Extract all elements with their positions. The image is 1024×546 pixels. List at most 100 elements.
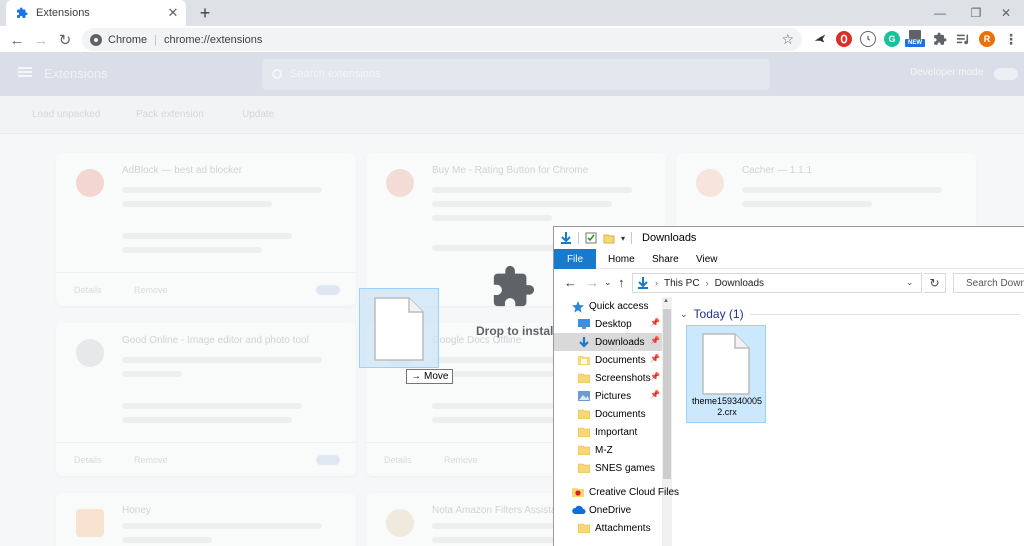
enable-toggle[interactable]	[316, 455, 340, 465]
scroll-up-icon[interactable]: ▲	[663, 298, 669, 304]
playlist-icon[interactable]	[955, 31, 971, 47]
nav-item[interactable]: SNES games	[554, 459, 662, 477]
address-dropdown-icon[interactable]: ⌄	[906, 277, 914, 288]
description-line	[122, 247, 262, 253]
chrome-toolbar: ← → ↻ Chrome | chrome://extensions ☆ G N…	[0, 26, 1024, 53]
minimize-button[interactable]: —	[922, 0, 958, 26]
file-item[interactable]: theme1593400052.crx	[686, 325, 766, 423]
hamburger-menu-icon[interactable]	[18, 67, 32, 77]
extensions-search-placeholder: Search extensions	[290, 68, 381, 80]
clock-icon[interactable]	[860, 31, 876, 47]
ribbon-tab-file[interactable]: File	[554, 249, 596, 269]
bookmark-star-icon[interactable]: ☆	[781, 31, 794, 48]
folder-icon	[577, 463, 591, 474]
nav-item-label: OneDrive	[589, 504, 632, 516]
download-arrow-icon	[561, 232, 571, 244]
puzzle-icon[interactable]	[932, 31, 948, 47]
back-button[interactable]: ←	[6, 29, 28, 51]
reload-button[interactable]: ↻	[54, 29, 76, 51]
nav-item[interactable]: M-Z	[554, 441, 662, 459]
explorer-back-button[interactable]: ←	[564, 275, 577, 290]
developer-mode-label: Developer mode	[910, 67, 984, 78]
breadcrumb-downloads[interactable]: Downloads	[715, 278, 764, 289]
chrome-titlebar: Extensions ✕ + — ❐ ✕	[0, 0, 1024, 26]
up-folder-button[interactable]: ↑	[618, 275, 625, 290]
url-text[interactable]: chrome://extensions	[164, 34, 262, 46]
new-tab-button[interactable]: +	[194, 2, 216, 24]
new-badge-icon[interactable]: NEW	[904, 30, 926, 48]
nav-item[interactable]: Creative Cloud Files	[554, 483, 679, 501]
recent-locations-icon[interactable]: ⌄	[604, 277, 612, 288]
details-button[interactable]: Details	[384, 455, 412, 465]
nav-item[interactable]: Downloads 📌	[554, 333, 662, 351]
explorer-search-input[interactable]: Search Downloads	[953, 273, 1024, 293]
enable-toggle[interactable]	[316, 285, 340, 295]
creative-cloud-icon	[572, 487, 584, 497]
nav-item-label: Quick access	[589, 300, 649, 312]
remove-button[interactable]: Remove	[134, 285, 168, 295]
profile-avatar[interactable]: R	[979, 31, 995, 47]
breadcrumb-this-pc[interactable]: This PC	[664, 278, 700, 289]
file-list-pane: ⌄ Today (1) theme1593400052.crx	[672, 297, 1024, 546]
update-button[interactable]: Update	[242, 109, 274, 120]
extensions-header: Extensions Search extensions Developer m…	[0, 53, 1024, 96]
details-button[interactable]: Details	[74, 455, 102, 465]
nav-item[interactable]: Important	[554, 423, 662, 441]
nav-item[interactable]: Documents	[554, 405, 662, 423]
nav-item[interactable]: Desktop 📌	[554, 315, 662, 333]
ribbon-tab-view[interactable]: View	[696, 249, 718, 269]
extensions-search-input[interactable]: Search extensions	[262, 59, 770, 90]
breadcrumb-chevron-icon[interactable]: ›	[655, 278, 658, 288]
scrollbar-thumb[interactable]	[663, 309, 671, 479]
window-close-button[interactable]: ✕	[988, 0, 1024, 26]
extension-name: AdBlock — best ad blocker	[122, 165, 243, 176]
nav-item-label: Documents	[595, 354, 646, 366]
extension-name: Honey	[122, 505, 151, 516]
description-line	[122, 201, 272, 207]
address-bar[interactable]: Chrome | chrome://extensions ☆	[82, 28, 802, 51]
new-folder-icon[interactable]	[603, 232, 615, 244]
developer-mode-toggle[interactable]	[994, 68, 1018, 80]
nav-item[interactable]: Quick access	[554, 297, 662, 315]
quick-access-dropdown-icon[interactable]: ▾	[621, 234, 625, 243]
drop-to-install-label: Drop to install	[476, 324, 557, 338]
pin-icon: 📌	[650, 336, 660, 345]
group-header-today[interactable]: ⌄ Today (1)	[680, 307, 744, 321]
buy-me-icon	[386, 169, 414, 197]
nav-item[interactable]: Documents 📌	[554, 351, 662, 369]
opera-icon[interactable]	[836, 31, 852, 47]
explorer-window-title: Downloads	[642, 232, 697, 244]
tab-title: Extensions	[36, 7, 90, 19]
move-tooltip: → Move	[406, 369, 454, 384]
nav-item[interactable]: Screenshots 📌	[554, 369, 662, 387]
grammarly-icon[interactable]: G	[884, 31, 900, 47]
remove-button[interactable]: Remove	[444, 455, 478, 465]
load-unpacked-button[interactable]: Load unpacked	[32, 109, 100, 120]
bird-icon[interactable]	[812, 31, 828, 47]
collapse-chevron-icon[interactable]: ⌄	[680, 309, 688, 320]
file-icon	[374, 297, 424, 361]
refresh-button[interactable]: ↻	[924, 273, 946, 293]
chrome-menu-icon[interactable]: ⋮	[1003, 31, 1019, 47]
ribbon-tab-share[interactable]: Share	[652, 249, 679, 269]
move-arrow-icon: →	[411, 371, 421, 382]
ribbon-tab-home[interactable]: Home	[608, 249, 635, 269]
nav-item[interactable]: Attachments	[554, 519, 662, 537]
nav-item[interactable]: Pictures 📌	[554, 387, 662, 405]
nav-pane-scrollbar[interactable]: ▲	[662, 297, 672, 546]
description-line	[122, 417, 292, 423]
forward-button[interactable]: →	[30, 29, 52, 51]
breadcrumb-chevron-icon[interactable]: ›	[706, 278, 709, 288]
description-line	[432, 201, 612, 207]
properties-icon[interactable]	[585, 232, 597, 244]
description-line	[432, 417, 562, 423]
remove-button[interactable]: Remove	[134, 455, 168, 465]
card-footer: Details Remove	[56, 272, 356, 306]
pack-extension-button[interactable]: Pack extension	[136, 109, 204, 120]
details-button[interactable]: Details	[74, 285, 102, 295]
tab-close-icon[interactable]: ✕	[164, 4, 182, 22]
tab-extensions[interactable]: Extensions ✕	[6, 0, 186, 26]
explorer-forward-button[interactable]: →	[586, 275, 599, 290]
nav-item[interactable]: OneDrive	[554, 501, 662, 519]
explorer-address-bar[interactable]: › This PC › Downloads	[632, 273, 922, 293]
